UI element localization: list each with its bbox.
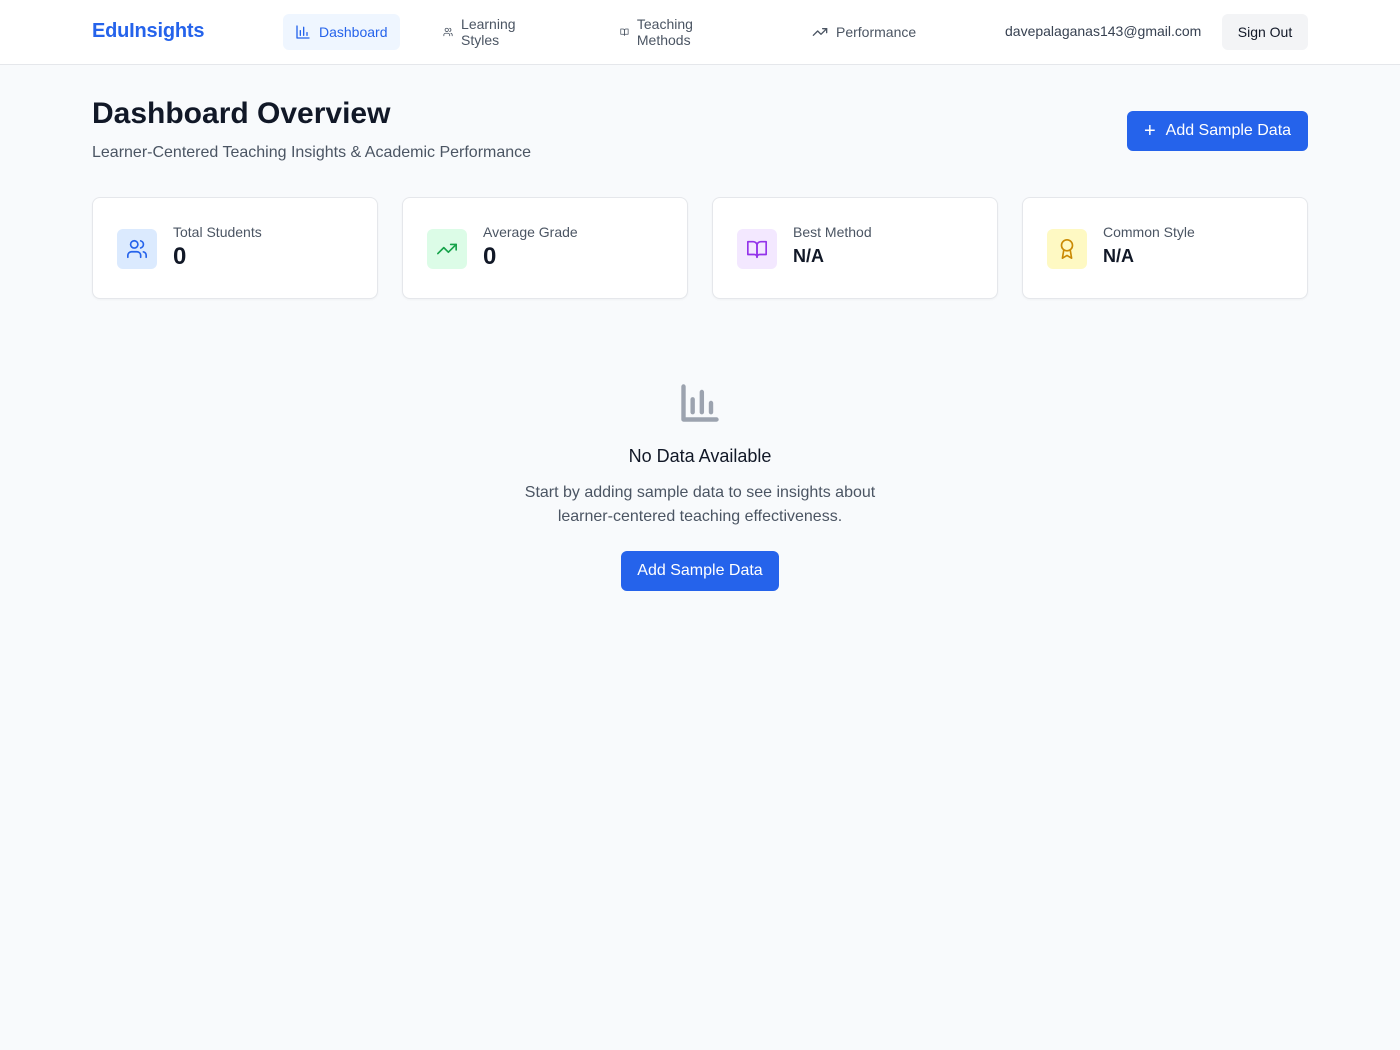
nav-item-teaching-methods[interactable]: Teaching Methods bbox=[608, 14, 712, 50]
trending-up-icon bbox=[812, 27, 828, 36]
bar-chart-icon bbox=[296, 25, 310, 39]
brand-logo[interactable]: EduInsights bbox=[92, 20, 204, 43]
nav-item-dashboard[interactable]: Dashboard bbox=[283, 14, 400, 50]
stat-card-average-grade: Average Grade 0 bbox=[402, 197, 688, 299]
plus-icon: + bbox=[1143, 120, 1156, 142]
page-title: Dashboard Overview bbox=[92, 97, 391, 130]
nav-item-label: Dashboard bbox=[319, 24, 388, 40]
stat-card-total-students: Total Students 0 bbox=[92, 197, 378, 299]
bar-chart-icon bbox=[678, 381, 722, 425]
add-sample-data-button[interactable]: + Add Sample Data bbox=[1127, 111, 1308, 151]
nav-item-performance[interactable]: Performance bbox=[800, 14, 928, 50]
top-navbar: EduInsights Dashboard Learning Styles Te… bbox=[0, 0, 1400, 65]
users-icon bbox=[443, 27, 453, 37]
stat-value: N/A bbox=[1103, 246, 1134, 266]
users-icon bbox=[117, 229, 157, 269]
stat-label: Average Grade bbox=[483, 224, 578, 240]
page-subtitle: Learner-Centered Teaching Insights & Aca… bbox=[92, 144, 532, 161]
add-sample-data-button-empty[interactable]: Add Sample Data bbox=[621, 551, 779, 591]
user-email: davepalaganas143@gmail.com bbox=[1005, 23, 1202, 39]
stat-label: Total Students bbox=[173, 224, 262, 240]
stat-card-common-style: Common Style N/A bbox=[1022, 197, 1308, 299]
nav-item-learning-styles[interactable]: Learning Styles bbox=[431, 14, 534, 50]
add-sample-data-label: Add Sample Data bbox=[1165, 122, 1292, 139]
stat-label: Best Method bbox=[793, 224, 872, 240]
sign-out-button[interactable]: Sign Out bbox=[1222, 14, 1308, 50]
stat-card-best-method: Best Method N/A bbox=[712, 197, 998, 299]
empty-state-description: Start by adding sample data to see insig… bbox=[524, 484, 876, 525]
nav-item-label: Performance bbox=[836, 24, 917, 40]
nav-item-label: Learning Styles bbox=[461, 16, 516, 48]
award-icon bbox=[1047, 229, 1087, 269]
book-open-icon bbox=[737, 229, 777, 269]
trending-up-icon bbox=[427, 229, 467, 269]
stat-value: N/A bbox=[793, 246, 824, 266]
stat-value: 0 bbox=[173, 243, 187, 270]
stat-value: 0 bbox=[483, 243, 497, 270]
book-open-icon bbox=[620, 28, 629, 36]
empty-state-title: No Data Available bbox=[628, 446, 772, 466]
nav-item-label: Teaching Methods bbox=[636, 16, 693, 48]
stat-label: Common Style bbox=[1103, 224, 1195, 240]
